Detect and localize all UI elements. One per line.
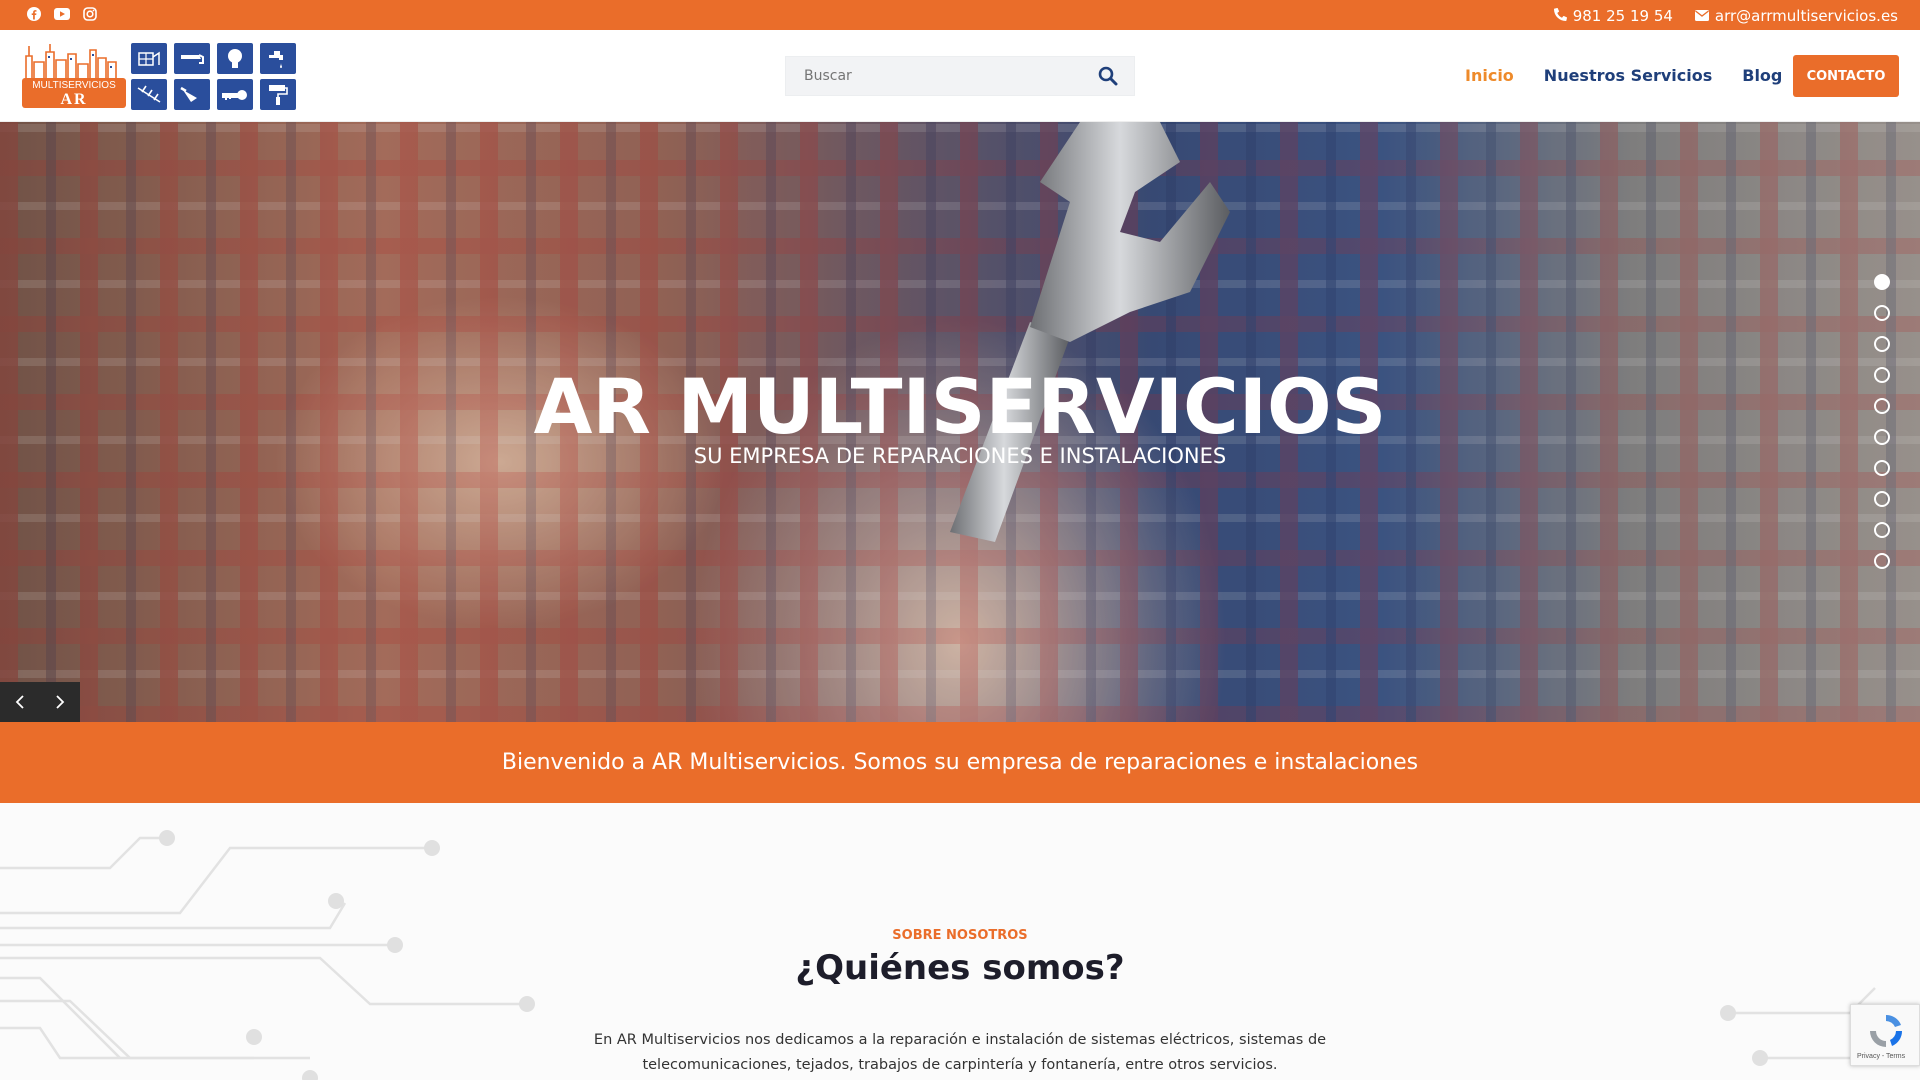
chevron-right-icon [56,695,65,709]
section-kicker: SOBRE NOSOTROS [892,928,1028,943]
facebook-icon[interactable] [26,6,42,22]
slider-dot-1[interactable] [1874,274,1890,290]
slider-dot-6[interactable] [1874,429,1890,445]
slider-dot-8[interactable] [1874,491,1890,507]
logo-line1: MULTISERVICIOS [32,80,116,91]
instagram-icon[interactable] [82,6,98,22]
search-icon[interactable] [1098,66,1120,88]
top-bar: 981 25 19 54 arr@arrmultiservicios.es [0,0,1920,30]
phone-icon [1553,7,1567,25]
contact-info: 981 25 19 54 arr@arrmultiservicios.es [1553,7,1898,25]
logo-badge: MULTISERVICIOS AR [22,78,126,108]
phone-link[interactable]: 981 25 19 54 [1553,7,1673,25]
key-icon [217,79,253,110]
trowel-icon [174,79,210,110]
faucet-icon [260,43,296,74]
service-tiles [131,43,296,110]
paint-roller-icon [260,79,296,110]
phone-number: 981 25 19 54 [1572,7,1673,25]
site-logo[interactable]: MULTISERVICIOS AR [22,42,297,110]
recaptcha-links[interactable]: Privacy - Terms [1857,1053,1905,1060]
saw-icon [174,43,210,74]
logo-line2: AR [60,91,88,108]
hero-subtitle: SU EMPRESA DE REPARACIONES E INSTALACION… [693,444,1227,468]
next-slide-button[interactable] [40,682,80,722]
city-skyline-icon [25,44,117,80]
slider-dot-2[interactable] [1874,305,1890,321]
slider-dot-10[interactable] [1874,553,1890,569]
recaptcha-icon [1870,1014,1903,1047]
section-description: En AR Multiservicios nos dedicamos a la … [593,1032,1327,1073]
social-links [26,6,98,22]
slider-dot-5[interactable] [1874,398,1890,414]
envelope-icon [1694,7,1709,25]
hero-title: AR MULTISERVICIOS [533,362,1387,451]
search-input[interactable] [786,57,1086,95]
site-header: MULTISERVICIOS AR Inicio Nuestros Servic… [0,30,1920,122]
section-title: ¿Quiénes somos? [795,948,1125,988]
email-link[interactable]: arr@arrmultiservicios.es [1694,7,1898,25]
lightbulb-icon [217,43,253,74]
main-nav: Inicio Nuestros Servicios Blog [1465,66,1782,85]
recaptcha-badge[interactable]: Privacy - Terms [1850,1004,1920,1066]
nav-item-inicio[interactable]: Inicio [1465,66,1514,85]
slider-dot-4[interactable] [1874,367,1890,383]
slider-pagination [1874,274,1890,569]
hero-slider: AR MULTISERVICIOS SU EMPRESA DE REPARACI… [0,122,1920,722]
email-address: arr@arrmultiservicios.es [1714,7,1898,25]
nav-item-blog[interactable]: Blog [1742,66,1782,85]
slider-arrows [0,682,80,722]
logo-mark: MULTISERVICIOS AR [22,42,126,108]
slider-dot-9[interactable] [1874,522,1890,538]
chevron-left-icon [15,695,24,709]
slider-dot-3[interactable] [1874,336,1890,352]
prev-slide-button[interactable] [0,682,40,722]
youtube-icon[interactable] [54,6,70,22]
nav-item-nuestros-servicios[interactable]: Nuestros Servicios [1544,66,1712,85]
search-box [785,56,1135,96]
solar-panel-icon [131,43,167,74]
antenna-icon [131,79,167,110]
slider-dot-7[interactable] [1874,460,1890,476]
welcome-band: Bienvenido a AR Multiservicios. Somos su… [0,722,1920,803]
wrench-image [950,122,1230,542]
contact-button[interactable]: CONTACTO [1793,55,1899,97]
about-section: SOBRE NOSOTROS ¿Quiénes somos? En AR Mul… [0,803,1920,1080]
